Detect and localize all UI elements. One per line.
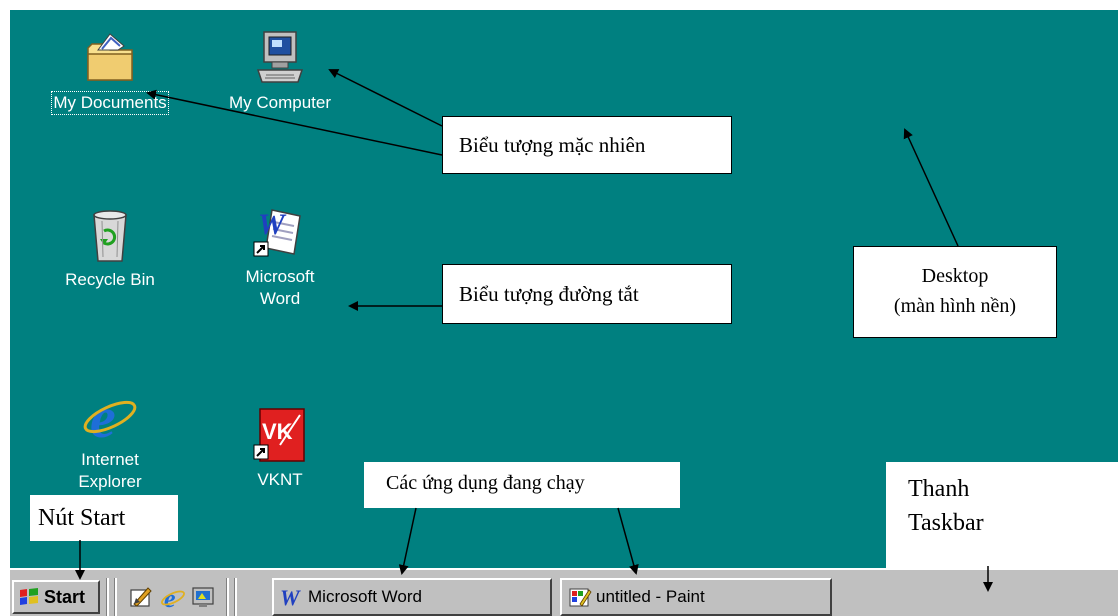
- arrow-running-word: [398, 507, 417, 575]
- annotation-arrows: [75, 69, 993, 592]
- screen: My Documents My Computer Recycle Bin W M…: [0, 0, 1118, 616]
- arrow-desktop: [903, 128, 959, 247]
- arrow-default-to-mydocuments: [146, 89, 443, 156]
- arrow-default-to-mycomputer: [328, 69, 443, 127]
- arrow-running-paint: [617, 507, 639, 575]
